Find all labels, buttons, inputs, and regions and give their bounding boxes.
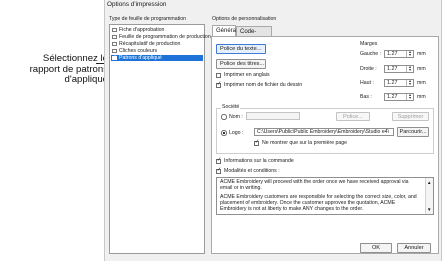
scroll-down-icon[interactable]: ▼ — [427, 206, 431, 213]
list-item-checkbox[interactable] — [112, 27, 117, 32]
list-item-label: Cliches couleurs — [119, 48, 158, 54]
order-info-checkbox[interactable] — [216, 157, 221, 164]
customization-header: Options de personnalisation — [212, 16, 277, 22]
font-button[interactable]: Police... — [336, 112, 370, 121]
terms-checkbox[interactable] — [216, 167, 221, 174]
list-item-color-films[interactable]: Cliches couleurs — [111, 48, 203, 54]
list-item-production-worksheet[interactable]: Feuille de programmation de production — [111, 34, 211, 40]
list-item-checkbox[interactable] — [112, 48, 117, 53]
margin-left-unit: mm — [417, 51, 426, 57]
dialog-title: Options d'impression — [107, 1, 167, 8]
margin-bottom-value: 1.27 — [387, 94, 398, 100]
name-label: Nom : — [229, 113, 243, 120]
logo-radio[interactable] — [221, 130, 227, 136]
terms-scrollbar[interactable]: ▲ ▼ — [425, 178, 433, 214]
print-options-dialog: Options d'impression Type de feuille de … — [104, 0, 442, 261]
name-radio[interactable] — [221, 114, 227, 120]
list-item-checkbox[interactable] — [112, 41, 117, 46]
logo-label: Logo : — [229, 129, 244, 136]
tab-barcode[interactable]: Code-barres — [236, 26, 272, 45]
cancel-button[interactable]: Annuler — [397, 243, 431, 253]
margin-left-value: 1.27 — [387, 51, 398, 57]
margin-right-unit: mm — [417, 66, 426, 72]
print-english-checkbox[interactable] — [216, 73, 221, 78]
terms-paragraph-1: ACME Embroidery will proceed with the or… — [220, 179, 409, 191]
margin-right-label: Droite : — [360, 66, 377, 72]
text-font-button[interactable]: Police du texte... — [216, 44, 266, 54]
margin-bottom-spinner[interactable]: 1.27 ▲ ▼ — [384, 93, 414, 101]
scroll-up-icon[interactable]: ▲ — [427, 179, 431, 186]
name-field[interactable] — [246, 112, 300, 120]
browse-button[interactable]: Parcourir... — [397, 127, 429, 137]
margin-top-spinner[interactable]: 1.27 ▲ ▼ — [384, 79, 414, 87]
spinner-arrows-icon[interactable]: ▲ ▼ — [406, 79, 413, 86]
tab-general[interactable]: Général — [212, 25, 237, 36]
sheet-type-list: Fiche d'approbation Feuille de programma… — [109, 24, 211, 254]
callout-line-1: Sélectionnez le — [42, 53, 108, 64]
margin-bottom-label: Bas : — [360, 94, 372, 100]
margin-top-unit: mm — [417, 80, 426, 86]
general-tab-panel: Police du texte... Police des titres... … — [211, 36, 439, 254]
first-page-only-label: Ne montrer que sur la première page — [262, 140, 348, 146]
order-info-label: Informations sur la commande — [224, 158, 294, 164]
list-item-checkbox[interactable] — [112, 54, 117, 60]
spinner-arrows-icon[interactable]: ▲ ▼ — [406, 65, 413, 72]
remove-button[interactable]: Supprimer — [392, 112, 429, 121]
print-filename-label: Imprimer nom de fichier du dessin — [224, 82, 303, 88]
margin-bottom-unit: mm — [417, 94, 426, 100]
list-item-applique-patterns[interactable]: Patrons d'appliqué — [111, 54, 203, 62]
ok-button[interactable]: OK — [360, 243, 392, 253]
list-item-label: Patrons d'appliqué — [119, 55, 162, 61]
print-filename-checkbox[interactable] — [216, 81, 221, 88]
list-item-approval-sheet[interactable]: Fiche d'approbation — [111, 27, 203, 33]
list-item-label: Fiche d'approbation — [119, 27, 165, 33]
margin-top-value: 1.27 — [387, 80, 398, 86]
margin-left-spinner[interactable]: 1.27 ▲ ▼ — [384, 50, 414, 58]
terms-label: Modalités et conditions : — [224, 168, 280, 174]
margin-top-label: Haut : — [360, 80, 374, 86]
titles-font-button[interactable]: Police des titres... — [216, 59, 266, 69]
margin-left-label: Gauche : — [360, 51, 382, 57]
callout-annotation: Sélectionnez le rapport de patrons d'app… — [0, 53, 108, 86]
terms-paragraph-2: ACME Embroidery customers are responsibl… — [220, 194, 417, 212]
list-item-checkbox[interactable] — [112, 34, 117, 39]
terms-textbox[interactable]: ACME Embroidery will proceed with the or… — [216, 177, 434, 215]
callout-line-3: d'appliqué — [64, 74, 108, 85]
margin-right-spinner[interactable]: 1.27 ▲ ▼ — [384, 65, 414, 73]
margins-title: Marges — [360, 41, 378, 47]
company-title: Société — [221, 104, 241, 110]
margin-right-value: 1.27 — [387, 66, 398, 72]
logo-path-field[interactable]: C:\Users\Public\Public Embroidery\Embroi… — [254, 128, 394, 136]
list-item-label: Feuille de programmation de production — [119, 34, 211, 40]
spinner-arrows-icon[interactable]: ▲ ▼ — [406, 50, 413, 57]
first-page-only-checkbox[interactable] — [254, 139, 259, 146]
list-item-production-summary[interactable]: Récapitulatif de production — [111, 41, 203, 47]
spinner-arrows-icon[interactable]: ▲ ▼ — [406, 93, 413, 100]
print-english-label: Imprimer en anglais — [224, 72, 270, 78]
list-item-label: Récapitulatif de production — [119, 41, 181, 47]
sheet-type-header: Type de feuille de programmation — [109, 16, 186, 22]
